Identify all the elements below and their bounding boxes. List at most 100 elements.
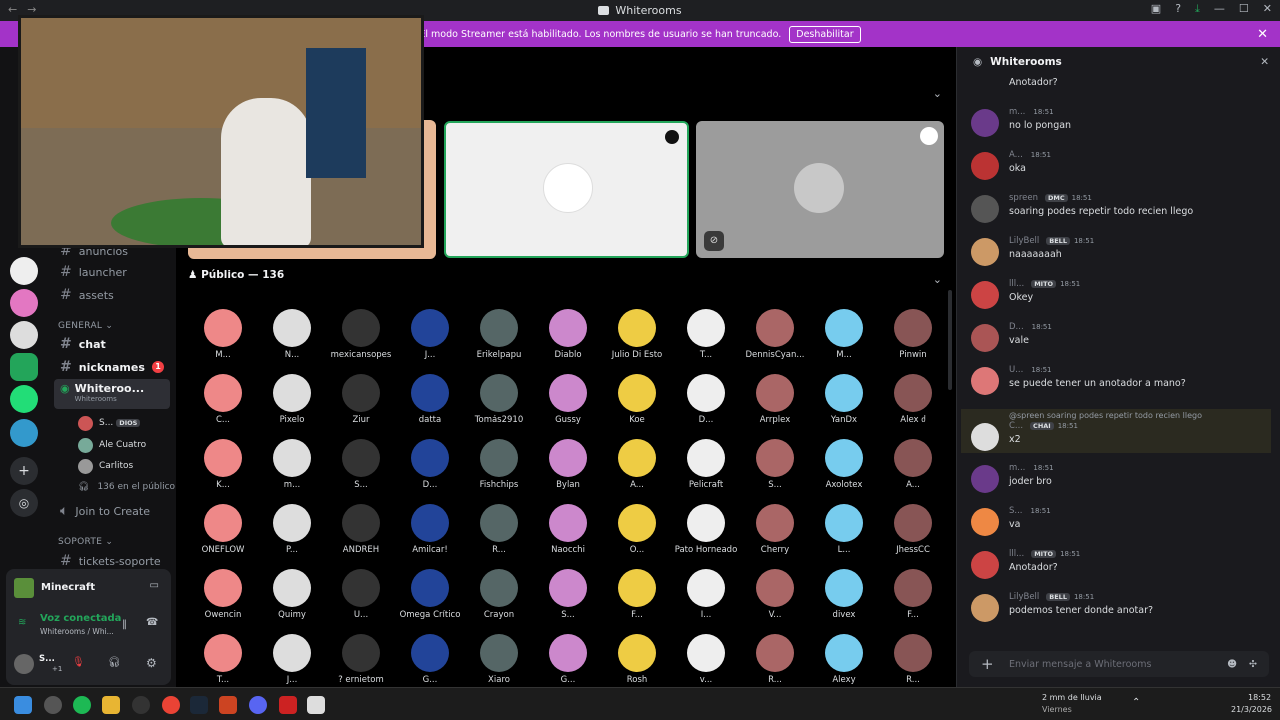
weather-text[interactable]: 2 mm de lluvia <box>1042 693 1102 702</box>
audience-member[interactable]: Alex ძ <box>880 374 940 425</box>
avatar[interactable] <box>14 654 34 674</box>
audience-member[interactable]: v... <box>673 634 739 685</box>
avatar[interactable] <box>971 423 999 451</box>
minimize-button[interactable]: — <box>1214 2 1225 16</box>
author-name[interactable]: A... <box>1009 150 1023 160</box>
audience-member[interactable]: Fishchips <box>466 439 532 490</box>
file-explorer-icon[interactable] <box>102 696 120 714</box>
audience-member[interactable]: R... <box>742 634 808 685</box>
voice-user[interactable]: Carlitos <box>78 456 133 476</box>
audience-member[interactable]: divex <box>811 569 877 620</box>
discord-icon[interactable] <box>249 696 267 714</box>
audience-member[interactable]: ONEFLOW <box>190 504 256 555</box>
minecraft-launcher-icon[interactable] <box>307 696 325 714</box>
audience-member[interactable]: R... <box>880 634 940 685</box>
audience-member[interactable]: M... <box>811 309 877 360</box>
audience-member[interactable]: mexicansopes <box>328 309 394 360</box>
author-name[interactable]: LilyBell <box>1009 592 1039 602</box>
audience-member[interactable]: Alexy <box>811 634 877 685</box>
audience-member[interactable]: DennisCyan... <box>742 309 808 360</box>
voice-status[interactable]: Voz conectada <box>40 613 121 624</box>
audience-member[interactable]: Bylan <box>535 439 601 490</box>
channel-join-to-create[interactable]: 🔈︎ Join to Create <box>54 500 170 522</box>
close-banner-icon[interactable]: ✕ <box>1257 27 1268 42</box>
audience-member[interactable]: Axolotex <box>811 439 877 490</box>
audience-member[interactable]: Pinwin <box>880 309 940 360</box>
category-soporte[interactable]: SOPORTE ⌄ <box>58 537 113 547</box>
audience-member[interactable]: Arrplex <box>742 374 808 425</box>
audience-member[interactable]: K... <box>190 439 256 490</box>
audience-member[interactable]: Naocchi <box>535 504 601 555</box>
audience-member[interactable]: A... <box>880 439 940 490</box>
audience-member[interactable]: P... <box>259 504 325 555</box>
avatar[interactable] <box>971 594 999 622</box>
audience-member[interactable]: S... <box>535 569 601 620</box>
voice-channel-whiterooms[interactable]: ◉ Whiteroo... Whiterooms <box>54 379 170 409</box>
author-name[interactable]: lll... <box>1009 549 1024 559</box>
audience-member[interactable]: Gussy <box>535 374 601 425</box>
author-name[interactable]: spreen <box>1009 193 1038 203</box>
author-name[interactable]: S... <box>1009 506 1023 516</box>
close-window-button[interactable]: ✕ <box>1263 2 1272 16</box>
audience-member[interactable]: O... <box>604 504 670 555</box>
activity-icon[interactable]: ▭ <box>150 580 159 591</box>
message-input[interactable]: + Enviar mensaje a Whiterooms ☻ ✣ <box>969 651 1269 677</box>
author-name[interactable]: m... <box>1009 463 1025 473</box>
audience-member[interactable]: JhessCC <box>880 504 940 555</box>
audience-member[interactable]: S... <box>328 439 394 490</box>
server-icon[interactable] <box>10 289 38 317</box>
chevron-up-icon[interactable]: ⌃ <box>1132 697 1140 708</box>
chevron-down-icon[interactable]: ⌄ <box>933 87 942 100</box>
app-icon[interactable] <box>219 696 237 714</box>
disable-streamer-button[interactable]: Deshabilitar <box>789 25 861 43</box>
mute-mic-icon[interactable]: 🎙︎ <box>72 657 85 668</box>
channel-chat[interactable]: # chat <box>54 333 170 355</box>
audience-member[interactable]: U... <box>328 569 394 620</box>
spotify-icon[interactable] <box>73 696 91 714</box>
audience-member[interactable]: Cherry <box>742 504 808 555</box>
emoji-icon[interactable]: ☻ <box>1227 659 1237 670</box>
windows-start-icon[interactable] <box>14 696 32 714</box>
author-name[interactable]: C... <box>1009 421 1023 431</box>
close-chat-icon[interactable]: ✕ <box>1260 56 1269 68</box>
audience-member[interactable]: G... <box>535 634 601 685</box>
chevron-down-icon[interactable]: ⌄ <box>933 273 942 286</box>
audience-member[interactable]: Amilcar! <box>397 504 463 555</box>
audience-member[interactable]: Koe <box>604 374 670 425</box>
audience-member[interactable]: YanDx <box>811 374 877 425</box>
audience-member[interactable]: Omega Crítico <box>397 569 463 620</box>
clock-date[interactable]: 21/3/2026 <box>1231 705 1272 714</box>
audience-member[interactable]: Quimy <box>259 569 325 620</box>
disconnect-icon[interactable]: ☎ <box>146 617 158 628</box>
audience-member[interactable]: F... <box>880 569 940 620</box>
author-name[interactable]: U... <box>1009 365 1023 375</box>
audience-member[interactable]: V... <box>742 569 808 620</box>
server-icon[interactable] <box>10 257 38 285</box>
back-arrow-icon[interactable]: ← <box>8 3 17 16</box>
participant-tile[interactable]: ⊘ <box>696 121 944 258</box>
audience-member[interactable]: m... <box>259 439 325 490</box>
author-name[interactable]: D... <box>1009 322 1024 332</box>
avatar[interactable] <box>971 551 999 579</box>
server-icon[interactable] <box>10 419 38 447</box>
audience-member[interactable]: M... <box>190 309 256 360</box>
author-name[interactable]: LilyBell <box>1009 236 1039 246</box>
participant-tile-speaking[interactable] <box>444 121 689 258</box>
audience-member[interactable]: Pato Horneado <box>673 504 739 555</box>
audience-member[interactable]: datta <box>397 374 463 425</box>
avatar[interactable] <box>971 195 999 223</box>
audience-member[interactable]: ANDREH <box>328 504 394 555</box>
avatar[interactable] <box>971 324 999 352</box>
avatar[interactable] <box>971 508 999 536</box>
audience-member[interactable]: F... <box>604 569 670 620</box>
voice-user[interactable]: Ale Cuatro <box>78 435 146 455</box>
avatar[interactable] <box>971 367 999 395</box>
audience-member[interactable]: I... <box>673 569 739 620</box>
audience-member[interactable]: A... <box>604 439 670 490</box>
deafen-icon[interactable]: 🎧︎ <box>108 657 121 668</box>
chat-message[interactable]: @spreen soaring podes repetir todo recie… <box>961 409 1271 453</box>
audience-member[interactable]: Xiaro <box>466 634 532 685</box>
avatar[interactable] <box>971 109 999 137</box>
channel-launcher[interactable]: # launcher <box>54 261 170 283</box>
audience-member[interactable]: T... <box>673 309 739 360</box>
